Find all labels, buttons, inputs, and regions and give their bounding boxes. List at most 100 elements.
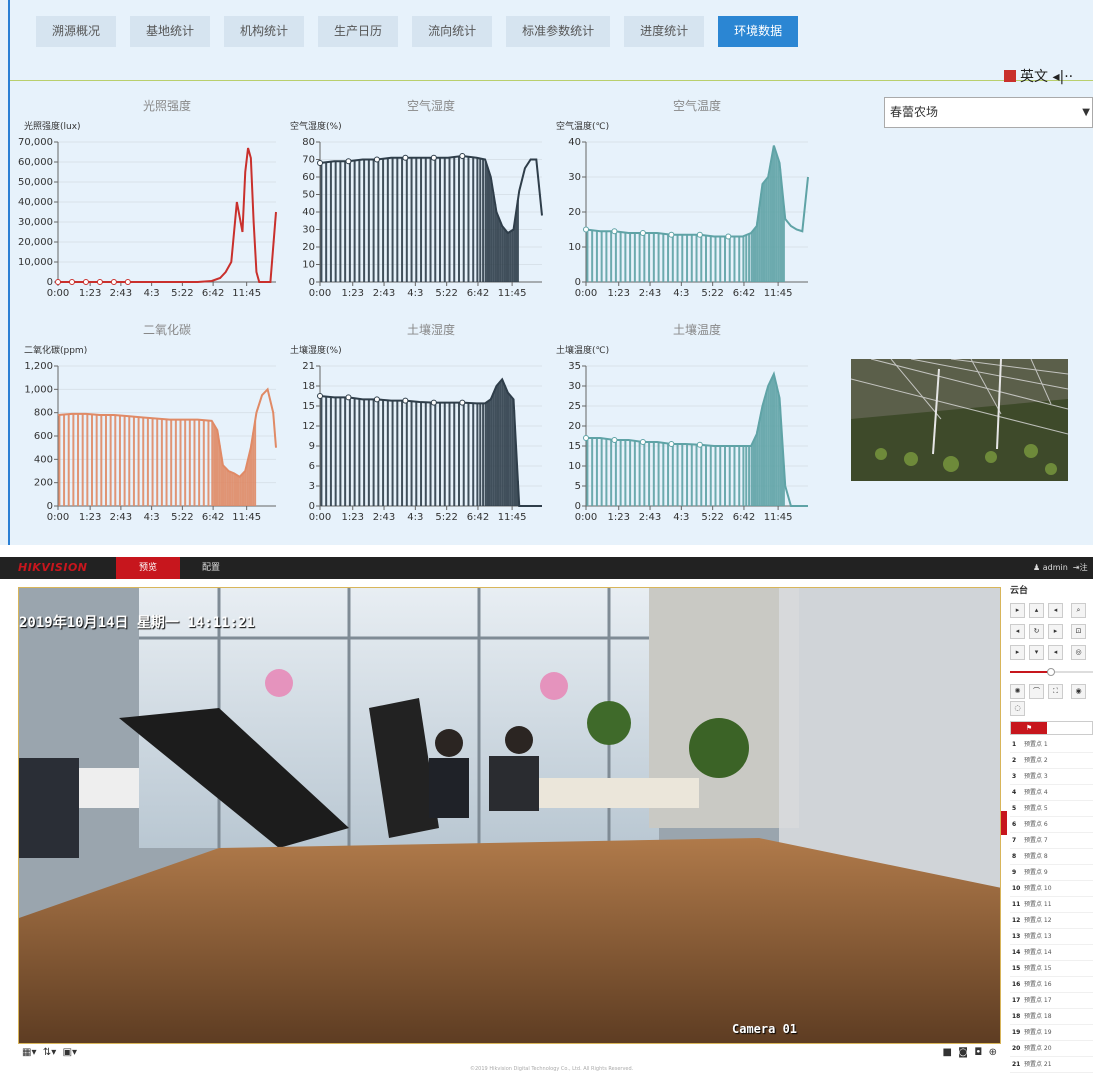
ptz-speed-slider[interactable] [1010,668,1093,676]
window-layout-icon[interactable]: ▦▾ [22,1047,36,1058]
record-icon[interactable]: ◘ [974,1047,982,1058]
preset-number: 13 [1012,933,1021,940]
x-tick-label: 0:00 [309,512,331,523]
light-icon[interactable]: ✺ [1010,684,1025,699]
language-switcher[interactable]: 英文 ◂|·· [1004,66,1073,86]
tab-6[interactable]: 标准参数统计 [506,16,611,47]
stop-icon[interactable]: ■ [942,1047,951,1058]
focus-icon[interactable]: ⊡ [1071,624,1086,639]
y-tick-label: 35 [568,361,581,372]
x-tick-label: 6:42 [467,512,489,523]
x-tick-label: 0:00 [47,288,69,299]
x-tick-label: 11:45 [764,512,793,523]
logout-label[interactable]: 注 [1080,563,1088,572]
tab-4[interactable]: 生产日历 [318,16,399,47]
tab-1[interactable]: 溯源概况 [36,16,117,47]
live-video[interactable]: 2019年10月14日 星期一 14:11:21 Camera 01 [18,587,1001,1044]
data-point [639,439,646,445]
x-tick-label: 0:00 [575,288,597,299]
preset-item[interactable]: 1 预置点 1 [1010,737,1093,753]
ptz-up-right-icon[interactable]: ◂ [1048,603,1063,618]
data-point [696,231,703,238]
preset-tab-icon[interactable]: ⚑ [1011,722,1047,734]
ptz-right-icon[interactable]: ▸ [1048,624,1063,639]
farm-select[interactable]: 春蕾农场 ▼ [884,97,1093,128]
data-point [611,437,618,443]
plugin-icon[interactable]: ▣▾ [63,1047,77,1058]
ptz-up-icon[interactable]: ▴ [1029,603,1044,618]
preset-item[interactable]: 10 预置点 10 [1010,881,1093,897]
ptz-up-left-icon[interactable]: ▸ [1010,603,1025,618]
chart-soil-temperature: 土壤温度土壤温度(℃) 0 5 10 15 20 25 30 35 0:00 1:23 2:43 4:3… [556,322,808,523]
y-tick-label: 800 [34,408,53,419]
iris-icon[interactable]: ◎ [1071,645,1086,660]
y-tick-label: 70 [302,155,315,166]
preset-number: 1 [1012,741,1017,748]
preset-item[interactable]: 17 预置点 17 [1010,993,1093,1009]
preset-item[interactable]: 3 预置点 3 [1010,769,1093,785]
preset-label: 预置点 7 [1024,837,1048,844]
preset-item[interactable]: 15 预置点 15 [1010,961,1093,977]
y-tick-label: 60,000 [18,157,53,168]
x-tick-label: 6:42 [202,512,224,523]
tab-5[interactable]: 流向统计 [412,16,493,47]
tab-7[interactable]: 进度统计 [624,16,705,47]
preset-item[interactable]: 19 预置点 19 [1010,1025,1093,1041]
preset-item[interactable]: 14 预置点 14 [1010,945,1093,961]
preset-item[interactable]: 9 预置点 9 [1010,865,1093,881]
y-tick-label: 60 [302,172,315,183]
nav-config[interactable]: 配置 [202,557,220,579]
preset-item[interactable]: 4 预置点 4 [1010,785,1093,801]
preset-item[interactable]: 8 预置点 8 [1010,849,1093,865]
preset-item[interactable]: 6 预置点 6 [1010,817,1093,833]
ptz-left-icon[interactable]: ◂ [1010,624,1025,639]
preset-item[interactable]: 5 预置点 5 [1010,801,1093,817]
zoom-icon[interactable]: ⊕ [989,1047,997,1058]
preset-item[interactable]: 12 预置点 12 [1010,913,1093,929]
preset-item[interactable]: 7 预置点 7 [1010,833,1093,849]
y-tick-label: 40,000 [18,197,53,208]
preset-item[interactable]: 16 预置点 16 [1010,977,1093,993]
y-tick-label: 600 [34,431,53,442]
preset-number: 7 [1012,837,1017,844]
chart-title: 土壤温度 [673,322,721,337]
tab-2[interactable]: 基地统计 [130,16,211,47]
y-tick-label: 15 [302,401,315,412]
data-point [82,279,89,285]
ptz-auto-icon[interactable]: ↻ [1029,624,1044,639]
user-info[interactable]: ♟ admin ⇥注 [1033,557,1088,579]
preset-item[interactable]: 20 预置点 20 [1010,1041,1093,1057]
data-point [96,279,103,285]
preset-label: 预置点 21 [1024,1061,1052,1068]
tab-8[interactable]: 环境数据 [718,16,799,47]
aux-focus-icon[interactable]: ⛶ [1048,684,1063,699]
series-drops [58,413,257,506]
lens-init-icon[interactable]: ◉ [1071,684,1086,699]
preset-item[interactable]: 13 预置点 13 [1010,929,1093,945]
tab-3[interactable]: 机构统计 [224,16,305,47]
x-tick-label: 1:23 [607,512,629,523]
preset-number: 12 [1012,917,1021,924]
y-tick-label: 1,200 [24,361,53,372]
ptz-down-left-icon[interactable]: ▸ [1010,645,1025,660]
x-tick-label: 1:23 [341,512,363,523]
slider-knob[interactable] [1047,668,1055,676]
y-tick-label: 400 [34,454,53,465]
snapshot-icon[interactable]: ◙ [958,1047,968,1058]
stream-type-icon[interactable]: ⇅▾ [43,1047,56,1058]
preset-item[interactable]: 11 预置点 11 [1010,897,1093,913]
x-tick-label: 11:45 [232,288,261,299]
zoom-in-icon[interactable]: ⌕ [1071,603,1086,618]
chart-light-intensity: 光照强度光照强度(lux) 0 10,000 20,000 30,000 40,000 50… [18,98,277,299]
preset-item[interactable]: 18 预置点 18 [1010,1009,1093,1025]
menu-icon[interactable]: ◌ [1010,701,1025,716]
chart-air-temperature: 空气温度空气温度(℃) 0 10 20 30 40 0:00 1:23 2:43 4:3 5:22 6… [556,98,809,299]
ptz-down-right-icon[interactable]: ◂ [1048,645,1063,660]
y-tick-label: 0 [575,277,581,288]
wiper-icon[interactable]: ⌒ [1029,684,1044,699]
nav-preview[interactable]: 预览 [116,557,180,579]
preset-item[interactable]: 21 预置点 21 [1010,1057,1093,1073]
preset-item[interactable]: 2 预置点 2 [1010,753,1093,769]
ptz-down-icon[interactable]: ▾ [1029,645,1044,660]
x-tick-label: 1:23 [79,288,101,299]
